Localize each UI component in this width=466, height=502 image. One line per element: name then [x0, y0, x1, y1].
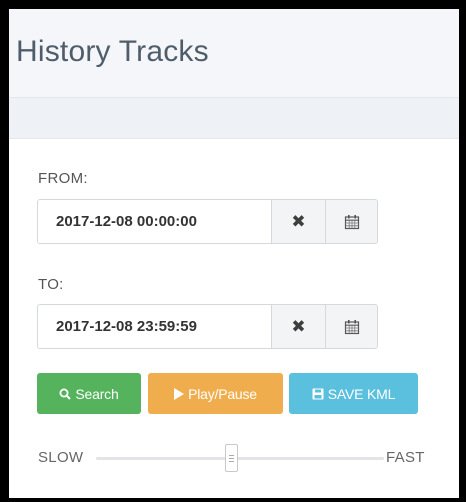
save-kml-button[interactable]: SAVE KML [289, 373, 418, 414]
calendar-icon [344, 214, 359, 229]
search-icon [59, 388, 72, 400]
to-date-group: 2017-12-08 23:59:59 ✖ [37, 304, 378, 349]
calendar-icon [344, 319, 359, 334]
times-icon: ✖ [291, 316, 306, 337]
to-label: TO: [38, 276, 64, 293]
from-date-group: 2017-12-08 00:00:00 ✖ [37, 199, 378, 244]
search-button-label: Search [75, 385, 119, 402]
search-button[interactable]: Search [37, 373, 141, 414]
to-date-input[interactable]: 2017-12-08 23:59:59 [38, 305, 271, 348]
save-kml-button-label: SAVE KML [327, 385, 396, 402]
grip-line [229, 457, 234, 459]
speed-slow-label: SLOW [38, 449, 84, 466]
from-date-input[interactable]: 2017-12-08 00:00:00 [38, 200, 271, 243]
floppy-disk-icon [312, 388, 324, 400]
from-clear-button[interactable]: ✖ [271, 200, 325, 243]
play-pause-button-label: Play/Pause [188, 385, 257, 402]
header-subbar [9, 98, 459, 139]
grip-line [229, 454, 234, 456]
speed-slider-handle[interactable] [225, 444, 238, 472]
to-clear-button[interactable]: ✖ [271, 305, 325, 348]
panel-title: History Tracks [16, 35, 209, 68]
times-icon: ✖ [291, 211, 306, 232]
play-pause-button[interactable]: Play/Pause [148, 373, 283, 414]
to-calendar-button[interactable] [325, 305, 377, 348]
play-icon [174, 387, 185, 400]
grip-line [229, 460, 234, 462]
from-label: FROM: [38, 170, 88, 187]
speed-slider-track[interactable] [96, 457, 384, 460]
history-tracks-panel: History Tracks FROM: 2017-12-08 00:00:00… [0, 0, 466, 502]
from-calendar-button[interactable] [325, 200, 377, 243]
speed-fast-label: FAST [386, 449, 425, 466]
panel-header: History Tracks [9, 9, 459, 98]
